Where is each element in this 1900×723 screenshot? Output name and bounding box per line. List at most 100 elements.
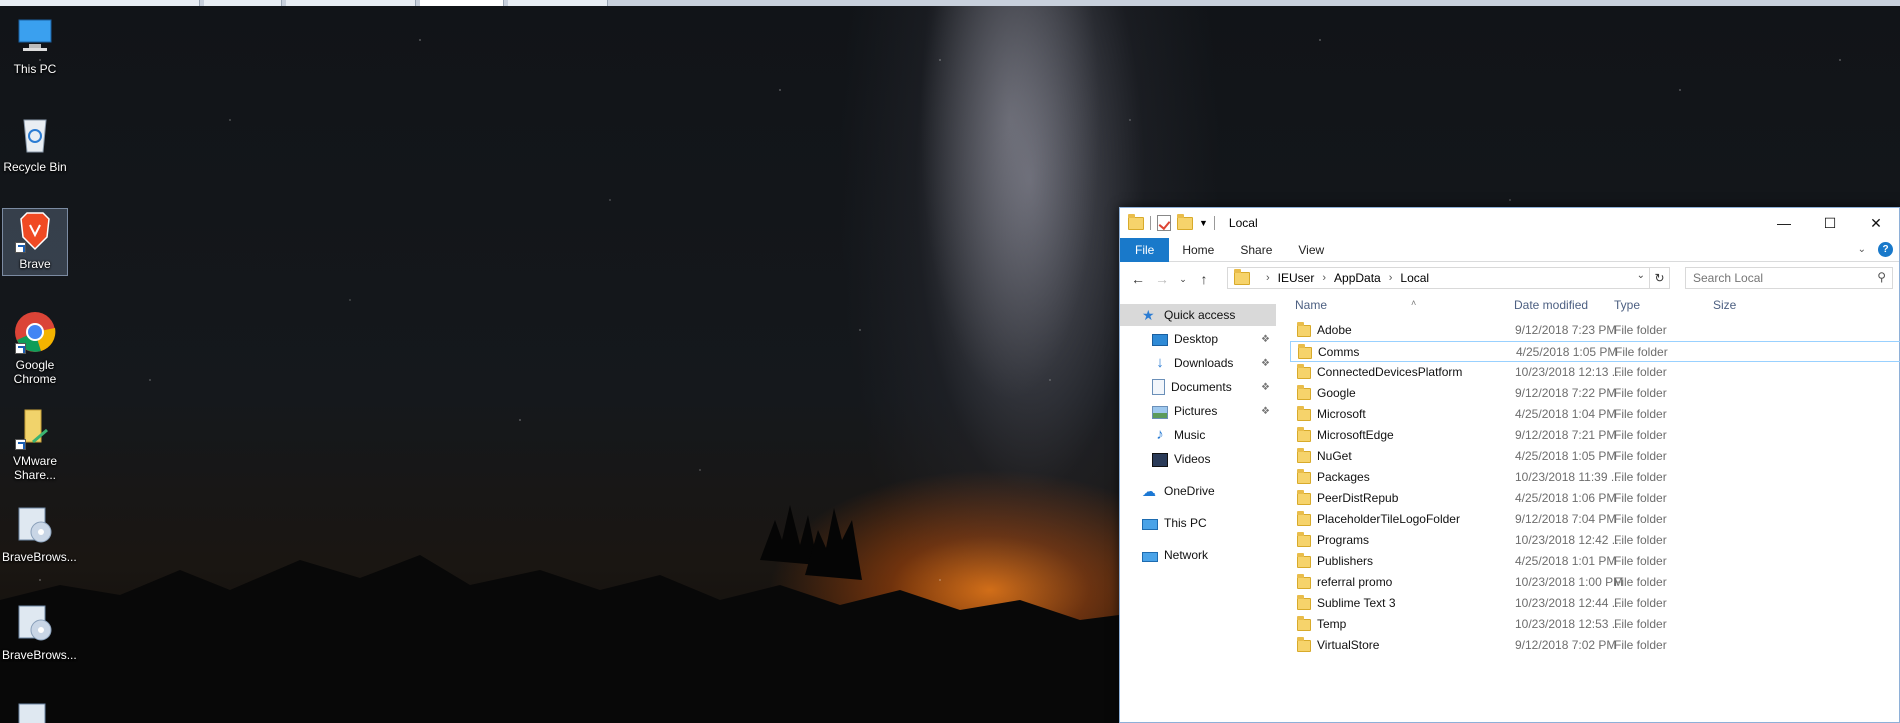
nav-documents[interactable]: Documents ❖ (1120, 376, 1276, 398)
refresh-icon[interactable]: ↻ (1649, 268, 1669, 288)
table-row[interactable]: Temp 10/23/2018 12:53 ... File folder (1290, 614, 1900, 635)
nav-label: Pictures (1174, 404, 1218, 418)
pin-icon[interactable]: ❖ (1261, 334, 1270, 345)
breadcrumb-appdata[interactable]: AppData (1334, 271, 1381, 285)
table-row[interactable]: NuGet 4/25/2018 1:05 PM File folder (1290, 446, 1900, 467)
table-row[interactable]: Adobe 9/12/2018 7:23 PM File folder (1290, 320, 1900, 341)
desktop-icon-google-chrome[interactable]: Google Chrome (2, 310, 68, 386)
table-row[interactable]: Programs 10/23/2018 12:42 ... File folder (1290, 530, 1900, 551)
desktop-icon-recycle-bin[interactable]: Recycle Bin (2, 112, 68, 174)
tab-share[interactable]: Share (1227, 238, 1285, 262)
new-folder-icon[interactable] (1177, 213, 1193, 230)
installer-icon (13, 698, 57, 723)
file-date-modified: 4/25/2018 1:06 PM (1515, 491, 1617, 505)
cloud-icon: ☁ (1142, 483, 1156, 499)
file-type: File folder (1614, 575, 1667, 589)
table-row[interactable]: Packages 10/23/2018 11:39 ... File folder (1290, 467, 1900, 488)
nav-label: Music (1174, 428, 1206, 442)
breadcrumb-local[interactable]: Local (1400, 271, 1429, 285)
folder-icon (1128, 213, 1144, 230)
shortcut-arrow-icon (15, 439, 26, 450)
close-button[interactable]: ✕ (1853, 208, 1899, 238)
nav-videos[interactable]: Videos (1120, 448, 1276, 470)
nav-onedrive[interactable]: ☁ OneDrive (1120, 480, 1276, 502)
nav-label: Desktop (1174, 332, 1219, 346)
desktop-icon-vmware-shared[interactable]: VMware Share... (2, 406, 68, 482)
pin-icon[interactable]: ❖ (1261, 406, 1270, 417)
navigation-pane: ★ Quick access Desktop ❖ ↓ Downloads ❖ D… (1120, 304, 1276, 723)
file-type: File folder (1614, 512, 1667, 526)
desktop-icon-partial[interactable] (2, 698, 68, 723)
nav-desktop[interactable]: Desktop ❖ (1120, 328, 1276, 350)
search-icon[interactable]: ⚲ (1877, 270, 1886, 284)
desktop-icon-brave-installer-1[interactable]: BraveBrows... (2, 502, 77, 564)
file-type: File folder (1614, 323, 1667, 337)
table-row[interactable]: Comms 4/25/2018 1:05 PM File folder (1290, 341, 1900, 362)
address-history-chevron-icon[interactable]: ⌄ (1637, 270, 1645, 281)
file-date-modified: 10/23/2018 12:13 ... (1515, 365, 1622, 379)
folder-icon (1297, 322, 1311, 337)
file-date-modified: 10/23/2018 11:39 ... (1515, 470, 1621, 484)
table-row[interactable]: Google 9/12/2018 7:22 PM File folder (1290, 383, 1900, 404)
forward-arrow-icon[interactable]: → (1150, 271, 1174, 287)
search-input[interactable] (1693, 271, 1863, 285)
file-name: PeerDistRepub (1317, 491, 1399, 505)
desktop-icon-this-pc[interactable]: This PC (2, 14, 68, 76)
column-header-type[interactable]: Type (1614, 298, 1640, 312)
desktop-icon-brave-installer-2[interactable]: BraveBrows... (2, 600, 77, 662)
expand-ribbon-chevron-icon[interactable]: ⌄ (1858, 244, 1866, 255)
desktop-icon-brave[interactable]: Brave (2, 208, 68, 276)
minimize-button[interactable]: — (1761, 208, 1807, 238)
nav-label: Documents (1171, 380, 1232, 394)
up-arrow-icon[interactable]: ↑ (1192, 271, 1216, 287)
breadcrumb-ieuser[interactable]: IEUser (1278, 271, 1315, 285)
tab-view[interactable]: View (1285, 238, 1337, 262)
desktop-icon-label: This PC (13, 62, 57, 76)
file-date-modified: 10/23/2018 12:53 ... (1515, 617, 1622, 631)
folder-icon (1297, 448, 1311, 463)
column-header-date[interactable]: Date modified (1514, 298, 1588, 312)
table-row[interactable]: PeerDistRepub 4/25/2018 1:06 PM File folde… (1290, 488, 1900, 509)
chrome-icon (13, 310, 57, 354)
ribbon-right-controls: ⌄ ? (1858, 242, 1893, 257)
breadcrumb-separator-icon: › (1388, 272, 1393, 284)
folder-icon (1297, 553, 1311, 568)
sort-ascending-icon: ˄ (1411, 298, 1417, 308)
properties-icon[interactable] (1157, 215, 1171, 231)
nav-music[interactable]: ♪ Music (1120, 424, 1276, 446)
help-icon[interactable]: ? (1878, 242, 1893, 257)
maximize-button[interactable]: ☐ (1807, 208, 1853, 238)
table-row[interactable]: Publishers 4/25/2018 1:01 PM File folder (1290, 551, 1900, 572)
table-row[interactable]: Sublime Text 3 10/23/2018 12:44 ... File f… (1290, 593, 1900, 614)
folder-icon (1297, 364, 1311, 379)
nav-quick-access[interactable]: ★ Quick access (1120, 304, 1276, 326)
address-bar[interactable]: › IEUser › AppData › Local ⌄ ↻ (1227, 267, 1670, 289)
recent-locations-chevron-icon[interactable]: ⌄ (1174, 274, 1192, 285)
vmware-shared-folder-icon (13, 406, 57, 450)
file-date-modified: 9/12/2018 7:21 PM (1515, 428, 1617, 442)
table-row[interactable]: Microsoft 4/25/2018 1:04 PM File folder (1290, 404, 1900, 425)
nav-pictures[interactable]: Pictures ❖ (1120, 400, 1276, 422)
nav-label: This PC (1164, 516, 1207, 530)
navigation-bar: ← → ⌄ ↑ › IEUser › AppData › Local ⌄ ↻ ⚲ (1120, 264, 1899, 294)
pin-icon[interactable]: ❖ (1261, 358, 1270, 369)
file-type: File folder (1614, 449, 1667, 463)
nav-network[interactable]: Network (1120, 544, 1276, 566)
table-row[interactable]: ConnectedDevicesPlatform 10/23/2018 12:13… (1290, 362, 1900, 383)
table-row[interactable]: PlaceholderTileLogoFolder 9/12/2018 7:04 … (1290, 509, 1900, 530)
nav-this-pc[interactable]: This PC (1120, 512, 1276, 534)
tab-home[interactable]: Home (1169, 238, 1227, 262)
nav-downloads[interactable]: ↓ Downloads ❖ (1120, 352, 1276, 374)
folder-icon (1297, 490, 1311, 505)
table-row[interactable]: MicrosoftEdge 9/12/2018 7:21 PM File folde… (1290, 425, 1900, 446)
column-header-size[interactable]: Size (1713, 298, 1736, 312)
network-icon (1142, 551, 1158, 562)
pin-icon[interactable]: ❖ (1261, 382, 1270, 393)
column-header-name[interactable]: Name (1295, 298, 1327, 312)
back-arrow-icon[interactable]: ← (1126, 271, 1150, 287)
table-row[interactable]: VirtualStore 9/12/2018 7:02 PM File folder (1290, 635, 1900, 656)
tab-file[interactable]: File (1120, 237, 1170, 262)
file-name: Temp (1317, 617, 1347, 631)
customize-toolbar-dropdown-icon[interactable]: ▼ (1199, 218, 1208, 228)
table-row[interactable]: referral promo 10/23/2018 1:00 PM File fol… (1290, 572, 1900, 593)
